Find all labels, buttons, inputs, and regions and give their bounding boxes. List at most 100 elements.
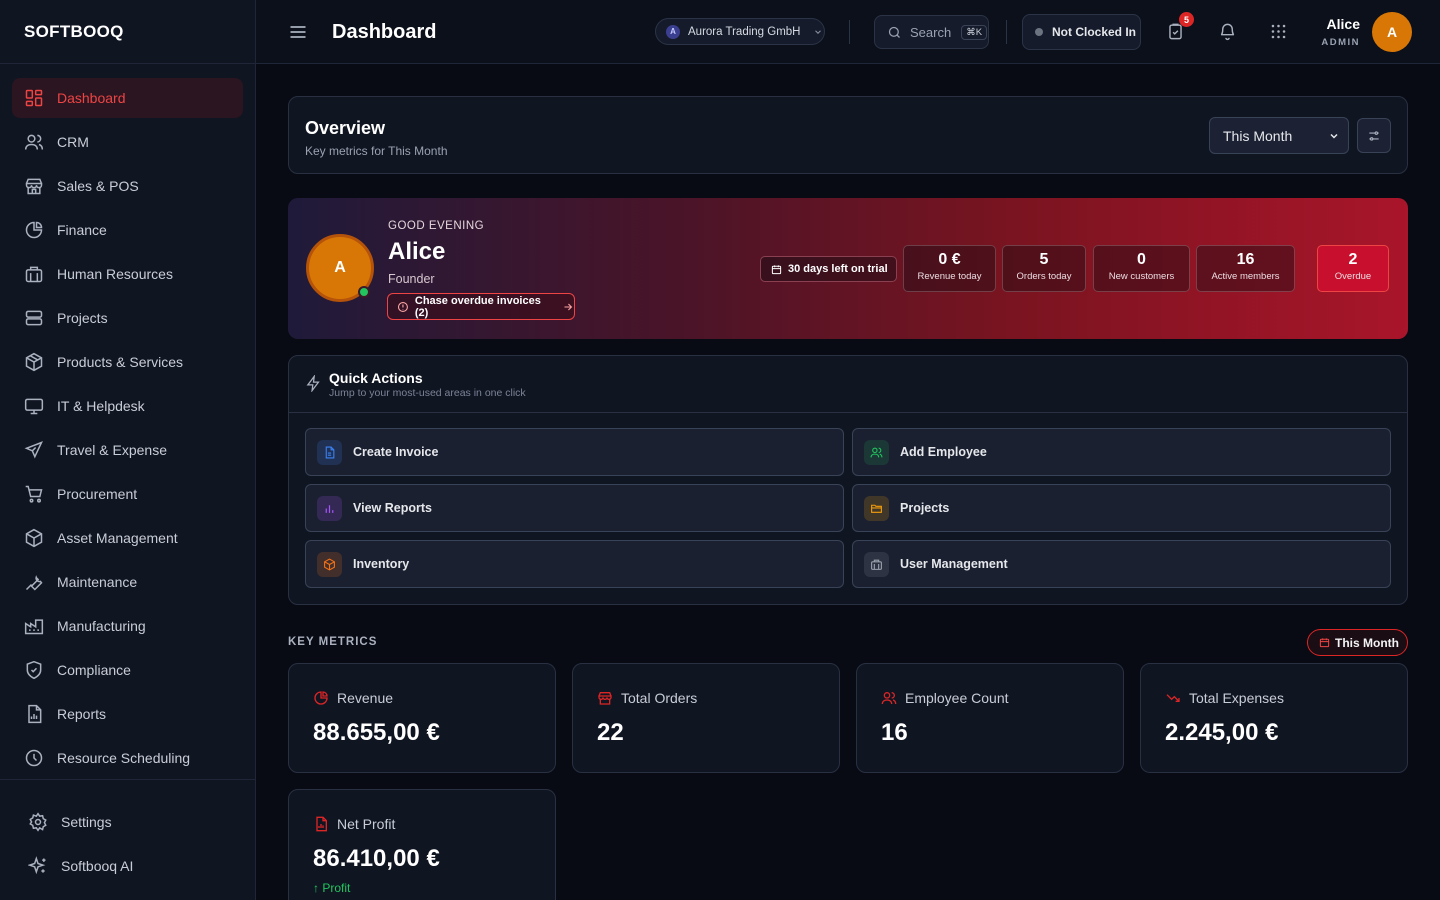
- stat-overdue[interactable]: 2 Overdue: [1317, 245, 1389, 292]
- calendar-icon: [771, 264, 782, 274]
- metric-card-net-profit[interactable]: Net Profit 86.410,00 € ↑ Profit: [288, 789, 556, 900]
- building-icon: [25, 266, 43, 283]
- stat-label: Orders today: [1016, 271, 1072, 282]
- metric-header: Revenue: [313, 690, 393, 706]
- quick-action-inventory[interactable]: Inventory: [305, 540, 844, 588]
- metric-value: 16: [881, 719, 908, 746]
- key-metrics-period-pill[interactable]: This Month: [1307, 629, 1408, 656]
- clock-status-dot: [1035, 28, 1043, 36]
- chevron-down-icon: [1330, 133, 1338, 139]
- user-avatar[interactable]: A: [1372, 12, 1412, 52]
- clock-status-label: Not Clocked In: [1052, 25, 1137, 39]
- sidebar-item-label: Products & Services: [57, 354, 184, 370]
- quick-action-projects[interactable]: Projects: [852, 484, 1391, 532]
- quick-action-user-management[interactable]: User Management: [852, 540, 1391, 588]
- calendar-icon: [1319, 638, 1330, 648]
- sidebar-item-maintenance[interactable]: Maintenance: [12, 562, 243, 602]
- sidebar-item-projects[interactable]: Projects: [12, 298, 243, 338]
- quick-action-label: Projects: [900, 501, 950, 515]
- sidebar-item-crm[interactable]: CRM: [12, 122, 243, 162]
- quick-actions-subtitle: Jump to your most-used areas in one clic…: [329, 387, 526, 399]
- metric-value: 86.410,00 €: [313, 845, 440, 872]
- sidebar-item-resource-scheduling[interactable]: Resource Scheduling: [12, 738, 243, 778]
- monitor-icon: [24, 398, 44, 415]
- page-title: Dashboard: [332, 21, 437, 43]
- stat-orders-today[interactable]: 5 Orders today: [1002, 245, 1086, 292]
- sidebar-item-label: Dashboard: [57, 90, 126, 106]
- folder-icon: [871, 504, 882, 513]
- sidebar-item-dashboard[interactable]: Dashboard: [12, 78, 243, 118]
- sparkles-icon: [28, 856, 46, 875]
- quick-action-add-employee[interactable]: Add Employee: [852, 428, 1391, 476]
- stat-new-customers[interactable]: 0 New customers: [1093, 245, 1190, 292]
- quick-action-view-reports[interactable]: View Reports: [305, 484, 844, 532]
- sidebar-item-manufacturing[interactable]: Manufacturing: [12, 606, 243, 646]
- stat-revenue-today[interactable]: 0 € Revenue today: [903, 245, 996, 292]
- overview-card: Overview Key metrics for This Month This…: [288, 96, 1408, 174]
- stat-label: Active members: [1211, 271, 1280, 282]
- package-icon: [25, 352, 43, 372]
- bell-icon[interactable]: [1218, 22, 1237, 41]
- app-logo[interactable]: SOFTBOOQ: [0, 0, 255, 64]
- sidebar-item-products-services[interactable]: Products & Services: [12, 342, 243, 382]
- apps-grid-icon[interactable]: [1269, 22, 1288, 41]
- quick-actions-header: Quick Actions Jump to your most-used are…: [289, 356, 1407, 413]
- sidebar-item-label: Projects: [57, 310, 108, 326]
- company-name: Aurora Trading GmbH: [688, 25, 801, 38]
- sidebar-item-human-resources[interactable]: Human Resources: [12, 254, 243, 294]
- building-icon: [871, 559, 882, 570]
- quick-action-create-invoice[interactable]: Create Invoice: [305, 428, 844, 476]
- metric-card-employee-count[interactable]: Employee Count 16: [856, 663, 1124, 773]
- sidebar-item-finance[interactable]: Finance: [12, 210, 243, 250]
- metric-card-total-orders[interactable]: Total Orders 22: [572, 663, 840, 773]
- pie-chart-icon: [25, 221, 43, 239]
- stat-value: 2: [1348, 251, 1358, 268]
- greeting: GOOD EVENING: [388, 220, 485, 232]
- metric-value: 88.655,00 €: [313, 719, 440, 746]
- alert-circle-icon: [397, 301, 408, 312]
- factory-icon: [24, 619, 44, 635]
- metric-value: 2.245,00 €: [1165, 719, 1279, 746]
- sidebar-item-asset-management[interactable]: Asset Management: [12, 518, 243, 558]
- sidebar-item-settings[interactable]: Settings: [16, 802, 243, 842]
- arrow-right-icon: [564, 303, 573, 310]
- search-button[interactable]: Search ⌘K: [874, 15, 989, 49]
- sidebar-item-reports[interactable]: Reports: [12, 694, 243, 734]
- metric-value: 22: [597, 719, 624, 746]
- users-icon: [881, 692, 897, 705]
- quick-action-label: Create Invoice: [353, 445, 439, 459]
- bar-chart-icon: [325, 504, 334, 513]
- stat-label: Overdue: [1334, 271, 1372, 282]
- sidebar-item-sales-pos[interactable]: Sales & POS: [12, 166, 243, 206]
- clock-in-button[interactable]: Not Clocked In: [1022, 14, 1141, 50]
- sidebar-item-travel-expense[interactable]: Travel & Expense: [12, 430, 243, 470]
- chase-overdue-button[interactable]: Chase overdue invoices (2): [387, 293, 575, 320]
- trending-down-icon: [1166, 694, 1180, 702]
- sidebar-item-softbooq-ai[interactable]: Softbooq AI: [16, 846, 243, 886]
- metric-label: Total Orders: [621, 690, 698, 706]
- company-switcher[interactable]: A Aurora Trading GmbH: [655, 18, 825, 45]
- user-name[interactable]: Alice: [1327, 16, 1360, 32]
- sidebar-item-it-helpdesk[interactable]: IT & Helpdesk: [12, 386, 243, 426]
- period-select[interactable]: This Month: [1209, 117, 1349, 154]
- sidebar-item-label: Settings: [61, 814, 112, 830]
- plane-icon: [24, 441, 43, 459]
- stat-active-members[interactable]: 16 Active members: [1196, 245, 1295, 292]
- menu-icon[interactable]: [288, 22, 308, 42]
- sidebar-item-procurement[interactable]: Procurement: [12, 474, 243, 514]
- filter-settings-button[interactable]: [1357, 118, 1391, 153]
- users-icon: [870, 447, 883, 457]
- clock-icon: [25, 749, 43, 767]
- metric-card-revenue[interactable]: Revenue 88.655,00 €: [288, 663, 556, 773]
- sidebar-item-compliance[interactable]: Compliance: [12, 650, 243, 690]
- trial-badge[interactable]: 30 days left on trial: [760, 256, 897, 282]
- sidebar: SOFTBOOQ Dashboard CRM Sales & POS Finan…: [0, 0, 256, 900]
- company-avatar: A: [666, 24, 680, 39]
- sidebar-item-label: Reports: [57, 706, 107, 722]
- overview-title: Overview: [305, 118, 386, 138]
- sidebar-item-label: CRM: [57, 134, 89, 150]
- overview-subtitle: Key metrics for This Month: [305, 144, 448, 158]
- sidebar-item-label: Maintenance: [57, 574, 138, 590]
- metric-card-total-expenses[interactable]: Total Expenses 2.245,00 €: [1140, 663, 1408, 773]
- sidebar-item-label: Travel & Expense: [57, 442, 167, 458]
